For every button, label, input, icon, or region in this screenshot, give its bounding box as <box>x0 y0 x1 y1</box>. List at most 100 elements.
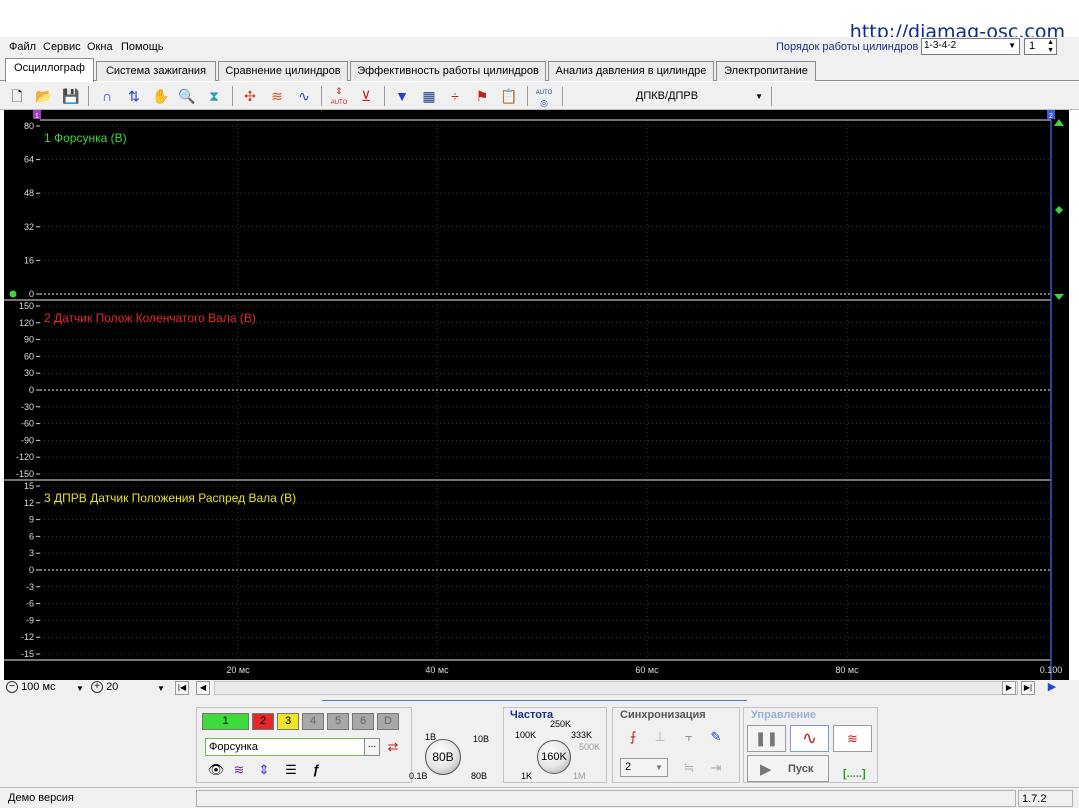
pencil-sync-icon[interactable]: ✎ <box>707 728 725 746</box>
rising-edge-icon[interactable]: ⨍ <box>624 728 642 746</box>
save-icon[interactable]: 💾 <box>61 86 81 106</box>
start-button[interactable]: ▶ Пуск <box>747 755 829 782</box>
minus-circle-icon[interactable]: − <box>6 681 18 694</box>
wave-compare-icon[interactable]: ∿ <box>294 86 314 106</box>
axis-tick-label: 30 <box>24 368 34 378</box>
oscilloscope-canvas[interactable]: 806448321601 Форсунка (В)1501209060300-3… <box>4 110 1069 680</box>
start-label: Пуск <box>788 763 814 775</box>
channel-button-3[interactable]: 3 <box>277 713 299 730</box>
auto-detect-icon[interactable]: AUTO ◎ <box>534 86 554 108</box>
wave-icon[interactable]: ≋ <box>230 761 248 779</box>
freq-label-100k: 100K <box>515 730 537 740</box>
frequency-knob[interactable]: 160K <box>537 740 571 774</box>
axis-tick-label: -120 <box>16 452 34 462</box>
voltage-label-10v: 10В <box>473 734 490 744</box>
new-file-icon[interactable]: 🗋 <box>7 86 27 106</box>
pause-button[interactable]: ❚❚ <box>747 725 786 752</box>
sync-center-icon[interactable]: ⇥ <box>707 759 725 777</box>
tab-power-supply[interactable]: Электропитание <box>716 61 816 81</box>
axis-tick-label: -90 <box>21 435 34 445</box>
sync-level-icon[interactable]: ≒ <box>680 759 698 777</box>
scroll-right-button[interactable]: ▶ <box>1002 681 1016 695</box>
channel-title-1: 1 Форсунка (В) <box>44 131 127 145</box>
control-title: Управление <box>751 709 817 721</box>
recorder-mode-button[interactable]: ≋ <box>833 725 872 752</box>
channel-button-1[interactable]: 1 <box>202 713 249 730</box>
control-panel: Управление ❚❚ ∿ ≋ ▶ Пуск [.....] <box>743 707 878 783</box>
cylinder-order-label: Порядок работы цилиндров <box>776 41 919 53</box>
sync-panel: Синхронизация ⨍ ⊥ ⫟ ✎ 2 ▼ ≒ ⇥ <box>612 707 740 783</box>
channel-name-input[interactable]: Форсунка <box>205 738 365 756</box>
play-scroll-icon[interactable]: ▶ <box>1045 681 1059 695</box>
notes-icon[interactable]: 📋 <box>499 86 519 106</box>
vertical-arrows-icon[interactable]: ⇕ <box>255 761 273 779</box>
auto-scale-icon[interactable]: ⇕ AUTO <box>329 86 349 106</box>
tab-oscilloscope[interactable]: Осциллограф <box>5 58 94 82</box>
menu-file[interactable]: Файл <box>9 41 36 53</box>
channel-filter-icon[interactable]: ▼ <box>392 86 412 106</box>
sync-channel-select[interactable]: 2 ▼ <box>620 758 668 777</box>
cursor-measure-icon[interactable]: ⇅ <box>124 86 144 106</box>
sensor-mode-select[interactable]: ДПКВ/ДПРВ ▼ <box>562 87 772 106</box>
go-end-button[interactable]: ▶| <box>1021 681 1035 695</box>
marker-flag-icon[interactable]: ⚑ <box>472 86 492 106</box>
channel-name-browse-button[interactable]: ... <box>364 738 380 756</box>
wave-multi-icon[interactable]: ≋ <box>267 86 287 106</box>
channel-button-5[interactable]: 5 <box>327 713 349 730</box>
arc-tool-icon[interactable]: ∩ <box>97 86 117 106</box>
zoom-icon[interactable]: 🔍 <box>177 86 197 106</box>
time-axis-label: 20 мс <box>226 665 250 675</box>
horizontal-scrollbar[interactable] <box>214 681 1018 695</box>
channel-button-4[interactable]: 4 <box>302 713 324 730</box>
scroll-down-marker <box>1054 294 1064 300</box>
timebase-value: 100 мс <box>21 681 56 693</box>
filter-icon[interactable]: ⧗ <box>204 86 224 106</box>
channel-button-6[interactable]: 6 <box>352 713 374 730</box>
oscilloscope-app: http://diamag-osc.com Файл Сервис Окна П… <box>0 0 1079 808</box>
rise-sync-icon[interactable]: ⊥ <box>651 728 669 746</box>
lines-icon[interactable]: ☰ <box>282 761 300 779</box>
cylinder-order-select[interactable]: 1-3-4-2 ▼ <box>921 38 1020 55</box>
tab-cylinder-compare[interactable]: Сравнение цилиндров <box>218 61 348 81</box>
voltage-knob[interactable]: 80В <box>425 739 461 775</box>
menu-service[interactable]: Сервис <box>43 41 81 53</box>
table-icon[interactable]: ▦ <box>419 86 439 106</box>
cylinder-number-stepper[interactable]: 1 ▲ ▼ <box>1024 38 1057 55</box>
tab-bar: Осциллограф Система зажигания Сравнение … <box>0 58 1079 82</box>
toolbar-separator <box>384 86 385 106</box>
tab-cylinder-efficiency[interactable]: Эффективность работы цилиндров <box>350 61 546 81</box>
go-start-button[interactable]: |◀ <box>175 681 189 695</box>
points-select[interactable]: + 20 ▼ <box>91 681 171 696</box>
sensor-mode-value: ДПКВ/ДПРВ <box>635 90 699 102</box>
menu-windows[interactable]: Окна <box>87 41 113 53</box>
tab-ignition[interactable]: Система зажигания <box>96 61 216 81</box>
sine-mode-button[interactable]: ∿ <box>790 725 829 752</box>
auto-scale-label: AUTO <box>330 100 348 106</box>
hand-pan-icon[interactable]: ✋ <box>151 86 171 106</box>
axis-tick-label: 12 <box>24 498 34 508</box>
channel-swap-icon[interactable]: ⇄ <box>384 738 402 756</box>
function-icon[interactable]: ƒ <box>307 761 325 779</box>
spinner-arrows-icon[interactable]: ▲ ▼ <box>1047 39 1054 55</box>
eye-icon[interactable]: 👁 <box>207 761 225 779</box>
tab-pressure-analysis[interactable]: Анализ давления в цилиндре <box>548 61 714 81</box>
channel-button-2[interactable]: 2 <box>252 713 274 730</box>
axis-tick-label: -15 <box>21 649 34 659</box>
axis-tick-label: 16 <box>24 255 34 265</box>
scroll-left-button[interactable]: ◀ <box>196 681 210 695</box>
fall-sync-icon[interactable]: ⫟ <box>680 728 698 746</box>
menu-help[interactable]: Помощь <box>121 41 164 53</box>
voltage-label-1v: 1В <box>425 732 437 742</box>
freq-label-1k: 1K <box>521 771 533 781</box>
timebase-select[interactable]: − 100 мс ▼ <box>6 681 90 696</box>
signal-cross-icon[interactable]: ✣ <box>240 86 260 106</box>
split-icon[interactable]: ÷ <box>445 86 465 106</box>
channel-title-2: 2 Датчик Полож Коленчатого Вала (В) <box>44 311 256 325</box>
scroll-up-marker <box>1054 119 1064 126</box>
zero-level-icon[interactable]: ⊻ <box>356 86 376 106</box>
channel-button-digital[interactable]: D <box>377 713 399 730</box>
plus-circle-icon[interactable]: + <box>91 681 103 694</box>
open-folder-icon[interactable]: 📂 <box>34 86 54 106</box>
splitter-grip[interactable] <box>322 697 747 701</box>
oscilloscope-display[interactable]: 80 64 48 32 16 0 1 Форсунка (В) 150 120 90 60 30 0 -3… <box>4 110 1069 680</box>
